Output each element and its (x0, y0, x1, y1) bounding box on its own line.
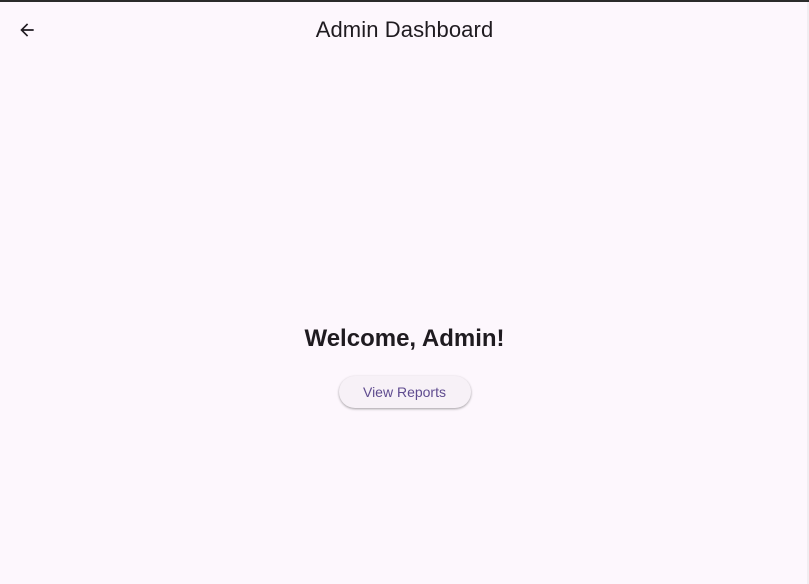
welcome-heading: Welcome, Admin! (304, 325, 505, 352)
app-bar: Admin Dashboard (0, 2, 809, 58)
main-content: Welcome, Admin! View Reports (0, 324, 809, 408)
view-reports-button[interactable]: View Reports (338, 376, 471, 408)
page-title: Admin Dashboard (315, 17, 494, 42)
admin-dashboard-screen: Admin Dashboard Welcome, Admin! View Rep… (0, 0, 809, 584)
